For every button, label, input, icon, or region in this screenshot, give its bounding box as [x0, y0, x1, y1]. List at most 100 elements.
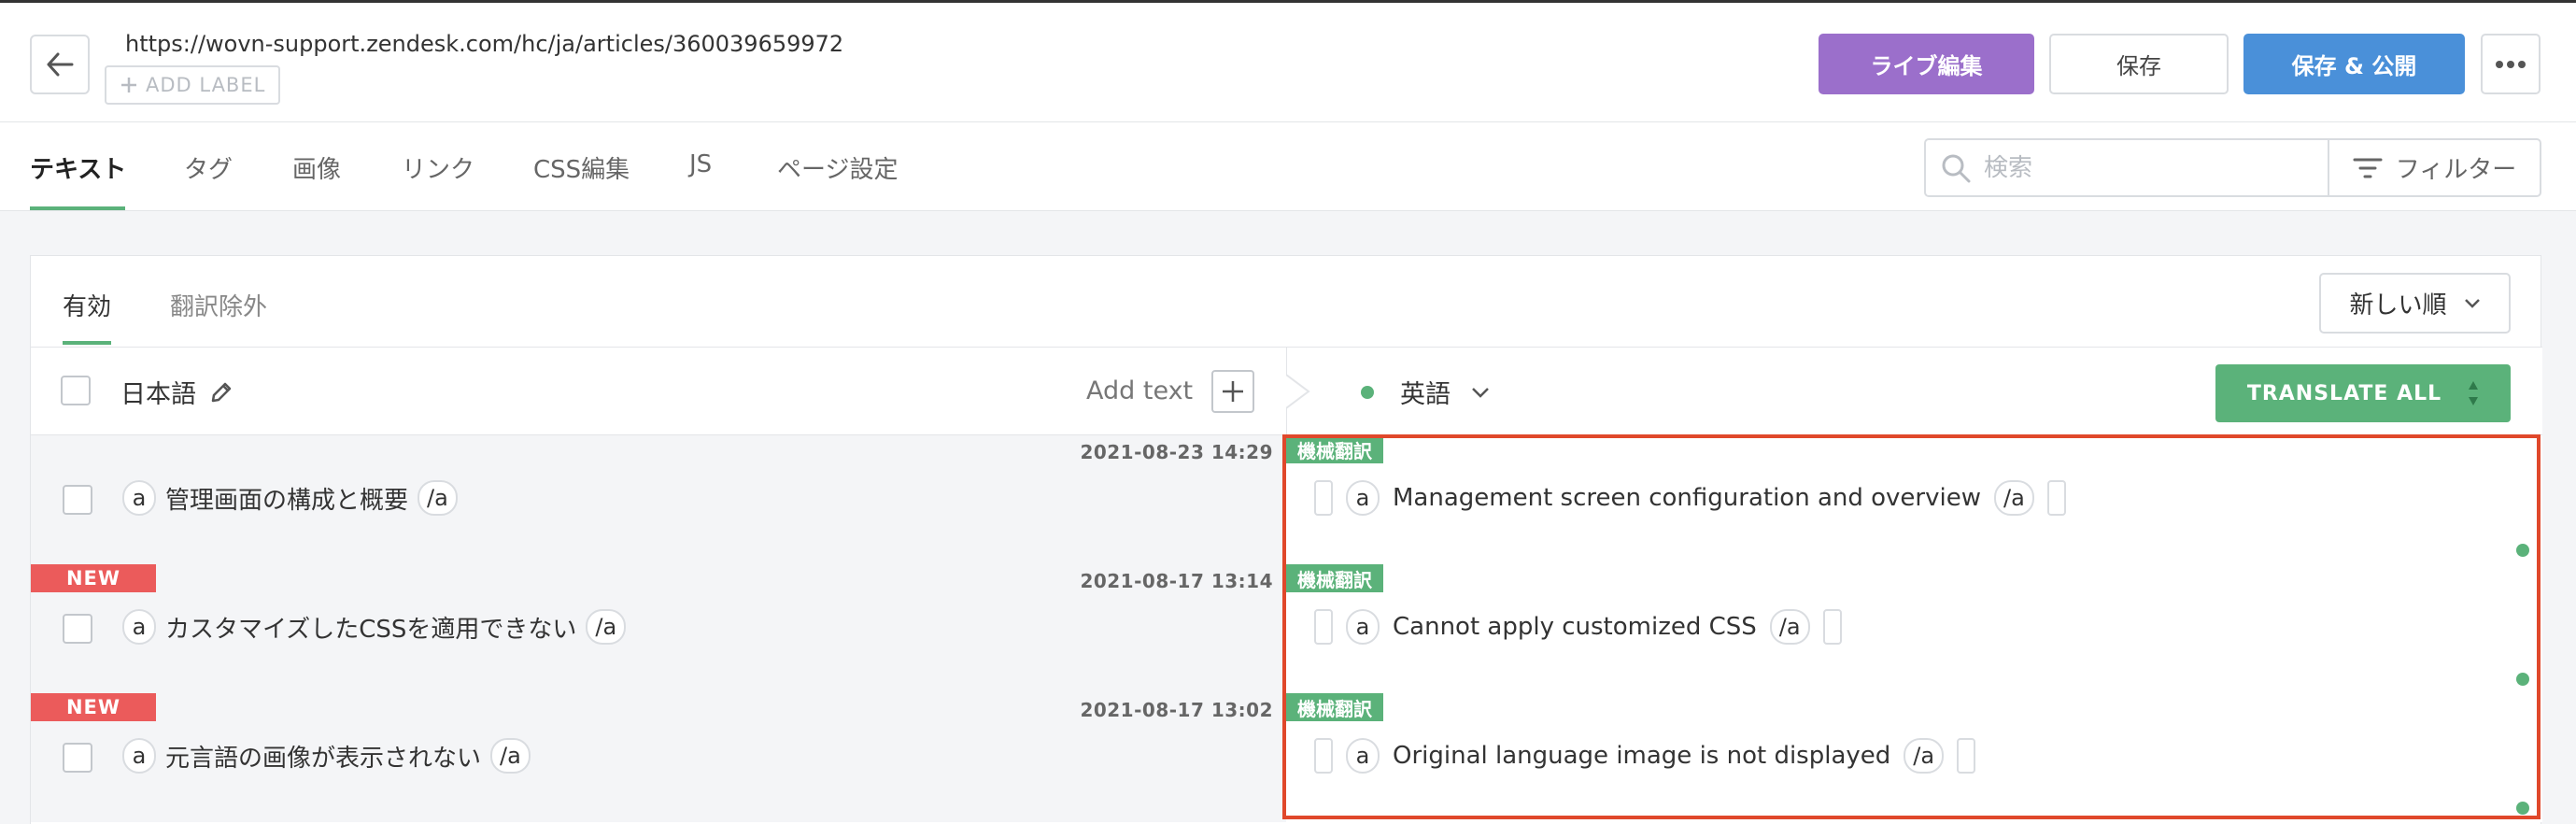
tab-links[interactable]: リンク [402, 150, 474, 185]
open-tag[interactable]: a [122, 609, 156, 645]
close-tag[interactable]: /a [1904, 738, 1945, 774]
add-text-button[interactable] [1211, 370, 1254, 413]
open-tag[interactable]: a [122, 738, 156, 774]
target-language-status-dot [1361, 386, 1374, 399]
chevron-down-icon [1472, 387, 1489, 398]
translation-status-dot [2516, 544, 2529, 557]
text-panel: 有効 翻訳除外 新しい順 日本語 Add text 英語 TRANSLATE A… [30, 255, 2542, 824]
machine-translation-badge: 機械翻訳 [1286, 693, 1383, 721]
save-button[interactable]: 保存 [2049, 34, 2229, 94]
column-header: 日本語 Add text 英語 TRANSLATE ALL [31, 347, 2542, 436]
filter-button[interactable]: フィルター [2328, 138, 2541, 197]
source-text[interactable]: 元言語の画像が表示されない [165, 739, 481, 774]
blank-tag[interactable] [2046, 480, 2066, 516]
tab-page-settings[interactable]: ページ設定 [777, 150, 898, 185]
tab-css-edit[interactable]: CSS編集 [533, 150, 630, 185]
translate-all-label: TRANSLATE ALL [2246, 381, 2442, 405]
target-text[interactable]: Cannot apply customized CSS [1393, 613, 1757, 641]
table-row: NEW 2021-08-17 13:02 a 元言語の画像が表示されない /a … [31, 693, 2542, 822]
blank-tag[interactable] [1314, 480, 1333, 516]
editor-header: https://wovn-support.zendesk.com/hc/ja/a… [0, 0, 2576, 122]
arrow-left-icon [47, 52, 74, 77]
add-label-text: ADD LABEL [146, 74, 266, 96]
row-checkbox[interactable] [63, 743, 92, 773]
source-language-label: 日本語 [120, 380, 196, 409]
close-tag[interactable]: /a [1769, 609, 1810, 645]
open-tag[interactable]: a [122, 480, 156, 516]
translation-status-dot [2516, 673, 2529, 686]
blank-tag[interactable] [1822, 609, 1842, 645]
sort-dropdown[interactable]: 新しい順 [2319, 273, 2511, 334]
target-language-dropdown[interactable]: 英語 [1400, 374, 1490, 410]
subtab-excluded[interactable]: 翻訳除外 [170, 288, 267, 322]
tab-js[interactable]: JS [689, 150, 712, 178]
source-cell: NEW 2021-08-17 13:14 a カスタマイズしたCSSを適用できな… [31, 564, 1286, 693]
column-divider-arrow [1286, 347, 1310, 436]
source-content: a 元言語の画像が表示されない /a [122, 738, 531, 774]
row-date: 2021-08-23 14:29 [1080, 441, 1273, 463]
active-subtab-indicator [63, 341, 111, 345]
target-text[interactable]: Management screen configuration and over… [1393, 484, 1981, 512]
close-tag[interactable]: /a [490, 738, 531, 774]
target-cell[interactable]: 機械翻訳 a Cannot apply customized CSS /a [1286, 564, 2542, 693]
plus-icon [1223, 381, 1243, 402]
source-cell: NEW 2021-08-17 13:02 a 元言語の画像が表示されない /a [31, 693, 1286, 822]
save-publish-button[interactable]: 保存 & 公開 [2243, 34, 2465, 94]
row-checkbox[interactable] [63, 485, 92, 515]
sort-label: 新しい順 [2349, 291, 2447, 320]
live-edit-button[interactable]: ライブ編集 [1819, 34, 2034, 94]
blank-tag[interactable] [1314, 609, 1333, 645]
editor-tabs: テキスト タグ 画像 リンク CSS編集 JS ページ設定 フィルター [0, 122, 2576, 211]
source-text[interactable]: カスタマイズしたCSSを適用できない [165, 610, 576, 645]
blank-tag[interactable] [1314, 738, 1333, 774]
select-all-checkbox[interactable] [61, 376, 91, 405]
search-box [1924, 138, 2328, 197]
target-content: a Original language image is not display… [1314, 738, 1976, 774]
new-badge: NEW [31, 564, 156, 592]
target-content: a Cannot apply customized CSS /a [1314, 609, 1842, 645]
search-icon [1942, 154, 1971, 182]
search-input[interactable] [1984, 153, 2301, 182]
more-horizontal-icon [2496, 60, 2526, 68]
target-cell[interactable]: 機械翻訳 a Management screen configuration a… [1286, 435, 2542, 564]
close-tag[interactable]: /a [586, 609, 627, 645]
target-cell[interactable]: 機械翻訳 a Original language image is not di… [1286, 693, 2542, 822]
target-text[interactable]: Original language image is not displayed [1393, 742, 1890, 770]
row-date: 2021-08-17 13:14 [1080, 570, 1273, 592]
page-url: https://wovn-support.zendesk.com/hc/ja/a… [125, 31, 844, 57]
table-row: 2021-08-23 14:29 a 管理画面の構成と概要 /a 機械翻訳 a … [31, 435, 2542, 564]
new-badge: NEW [31, 693, 156, 721]
plus-icon [121, 78, 136, 92]
target-content: a Management screen configuration and ov… [1314, 480, 2066, 516]
tab-images[interactable]: 画像 [292, 150, 341, 185]
close-tag[interactable]: /a [418, 480, 458, 516]
source-content: a カスタマイズしたCSSを適用できない /a [122, 609, 627, 645]
filter-label: フィルター [2395, 156, 2517, 184]
tab-text[interactable]: テキスト [30, 150, 126, 185]
open-tag[interactable]: a [1346, 738, 1380, 774]
chevron-down-icon [2464, 298, 2480, 308]
source-language: 日本語 [120, 374, 234, 410]
filter-icon [2353, 158, 2383, 178]
tab-tags[interactable]: タグ [184, 150, 233, 185]
more-options-button[interactable] [2481, 34, 2541, 94]
sort-arrows-icon [2469, 381, 2479, 405]
add-text-label[interactable]: Add text [1086, 376, 1193, 405]
back-button[interactable] [30, 35, 90, 94]
row-checkbox[interactable] [63, 614, 92, 644]
add-label-button[interactable]: ADD LABEL [105, 65, 281, 105]
source-cell: 2021-08-23 14:29 a 管理画面の構成と概要 /a [31, 435, 1286, 564]
open-tag[interactable]: a [1346, 609, 1380, 645]
pencil-icon[interactable] [209, 380, 234, 405]
open-tag[interactable]: a [1346, 480, 1380, 516]
target-language-label: 英語 [1400, 380, 1451, 409]
translate-all-button[interactable]: TRANSLATE ALL [2215, 364, 2511, 422]
row-date: 2021-08-17 13:02 [1080, 699, 1273, 721]
close-tag[interactable]: /a [1994, 480, 2034, 516]
translation-status-dot [2516, 802, 2529, 815]
table-row: NEW 2021-08-17 13:14 a カスタマイズしたCSSを適用できな… [31, 564, 2542, 693]
source-text[interactable]: 管理画面の構成と概要 [165, 481, 408, 516]
subtab-enabled[interactable]: 有効 [63, 288, 111, 322]
machine-translation-badge: 機械翻訳 [1286, 435, 1383, 463]
blank-tag[interactable] [1957, 738, 1976, 774]
